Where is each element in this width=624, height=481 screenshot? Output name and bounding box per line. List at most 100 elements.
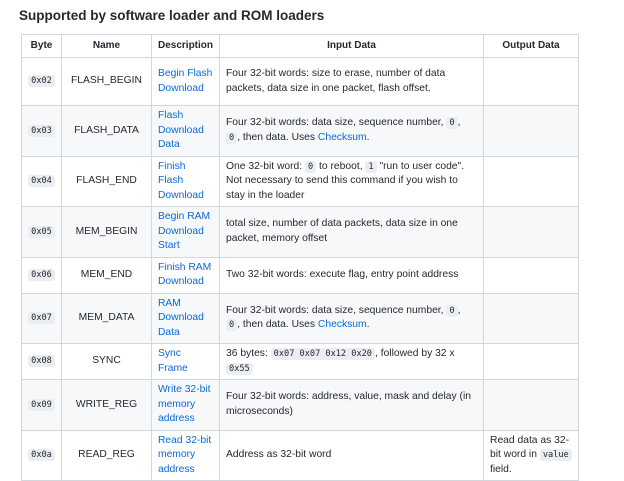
cell-output-data [483, 57, 580, 106]
cell-description: Write 32-bit memory address [150, 379, 221, 431]
cell-text: Four 32-bit words: address, value, mask … [226, 391, 471, 417]
cell-text: 36 bytes: [226, 348, 271, 359]
cell-input-data: Four 32-bit words: address, value, mask … [219, 379, 485, 431]
byte-code: 0x05 [28, 225, 55, 238]
header-input-data: Input Data [219, 34, 485, 58]
table-row: 0x03 FLASH_DATA Flash Download Data Four 32… [21, 105, 580, 157]
cell-text: , [457, 304, 461, 316]
byte-code: 0x02 [28, 75, 55, 88]
cell-description: Flash Download Data [150, 105, 221, 157]
inline-code: 0x07 0x07 0x12 0x20 [270, 348, 375, 360]
cell-output-data [483, 206, 580, 258]
inline-code: 0 [226, 131, 238, 144]
cell-input-data: total size, number of data packets, data… [219, 206, 485, 258]
table-row: 0x05 MEM_BEGIN Begin RAM Download Start tot… [21, 206, 580, 258]
cell-text: One 32-bit word: [226, 160, 305, 172]
cell-text: , followed by 32 x [374, 348, 455, 359]
cell-text: . [366, 131, 370, 143]
description-link[interactable]: Read 32-bit memory address [158, 435, 211, 475]
cell-name: WRITE_REG [61, 379, 152, 431]
cell-byte: 0x02 [21, 57, 62, 106]
cell-byte: 0x09 [21, 379, 62, 431]
byte-code: 0x09 [28, 398, 55, 411]
cell-text: Four 32-bit words: data size, sequence n… [226, 117, 447, 129]
cell-text: to reboot, [316, 160, 366, 172]
cell-text: . [366, 319, 370, 331]
cell-output-data [483, 155, 580, 207]
inline-code: 0x55 [226, 362, 253, 375]
table-row: 0x07 MEM_DATA RAM Download Data Four 32-bit… [21, 292, 580, 344]
inline-code: 0 [305, 160, 317, 173]
cell-description: Read 32-bit memory address [150, 429, 221, 481]
cell-description: RAM Download Data [150, 292, 221, 344]
cell-name: READ_REG [61, 429, 152, 481]
byte-code: 0x07 [28, 312, 55, 324]
checksum-link[interactable]: Checksum [318, 319, 367, 330]
description-link[interactable]: Write 32-bit memory address [158, 384, 210, 424]
table-body: 0x02 FLASH_BEGIN Begin Flash Download Four … [21, 57, 580, 481]
cell-text: Four 32-bit words: data size, sequence n… [226, 304, 447, 316]
inline-code: 0 [446, 304, 458, 317]
cell-output-data [483, 292, 580, 344]
cell-input-data: One 32-bit word: 0 to reboot, 1 "run to … [219, 155, 485, 207]
description-link[interactable]: Flash Download Data [158, 110, 204, 150]
cell-output-data: Read data as 32-bit word in value field. [483, 429, 580, 481]
header-output-data: Output Data [483, 34, 580, 58]
cell-name: MEM_BEGIN [61, 206, 152, 258]
commands-table: Byte Name Description Input Data Output … [21, 34, 580, 481]
cell-text: , then data. Uses [237, 131, 318, 143]
checksum-link[interactable]: Checksum [318, 132, 367, 143]
description-link[interactable]: Begin Flash Download [158, 68, 212, 94]
cell-byte: 0x04 [21, 155, 62, 207]
cell-name: MEM_END [61, 256, 152, 294]
cell-input-data: Address as 32-bit word [219, 429, 485, 481]
cell-byte: 0x05 [21, 206, 62, 258]
cell-name: MEM_DATA [61, 292, 152, 344]
inline-code: 1 [365, 160, 377, 173]
cell-byte: 0x03 [21, 105, 62, 157]
byte-code: 0x08 [28, 355, 55, 368]
cell-name: SYNC [61, 343, 152, 380]
cell-text: , then data. Uses [237, 319, 318, 331]
cell-byte: 0x07 [21, 292, 62, 344]
cell-text: Two 32-bit words: execute flag, entry po… [226, 268, 459, 280]
cell-text: field. [490, 463, 512, 475]
cell-name: FLASH_END [61, 155, 152, 207]
cell-byte: 0x06 [21, 256, 62, 294]
cell-input-data: 36 bytes: 0x07 0x07 0x12 0x20, followed … [219, 343, 485, 380]
cell-description: Finish Flash Download [150, 155, 221, 207]
inline-code: 0 [226, 319, 238, 332]
inline-code: value [539, 449, 572, 461]
table-row: 0x02 FLASH_BEGIN Begin Flash Download Four … [21, 57, 580, 106]
section-title: Supported by software loader and ROM loa… [19, 8, 325, 23]
description-link[interactable]: Finish RAM Download [158, 262, 211, 288]
header-byte: Byte [21, 34, 62, 58]
byte-code: 0x06 [28, 268, 55, 281]
header-description: Description [150, 34, 221, 58]
cell-output-data [483, 256, 580, 294]
byte-code: 0x03 [28, 124, 55, 137]
cell-input-data: Four 32-bit words: data size, sequence n… [219, 105, 485, 157]
cell-input-data: Two 32-bit words: execute flag, entry po… [219, 256, 485, 294]
table-header-row: Byte Name Description Input Data Output … [21, 34, 580, 58]
inline-code: 0 [446, 117, 458, 130]
byte-code: 0x0a [28, 449, 55, 461]
description-link[interactable]: RAM Download Data [158, 298, 204, 338]
cell-input-data: Four 32-bit words: size to erase, number… [219, 57, 485, 106]
cell-description: Begin RAM Download Start [150, 206, 221, 258]
cell-description: Sync Frame [150, 343, 221, 380]
table-row: 0x0a READ_REG Read 32-bit memory address Ad… [21, 429, 580, 481]
table-row: 0x04 FLASH_END Finish Flash Download One 32… [21, 155, 580, 207]
description-link[interactable]: Sync Frame [158, 348, 188, 374]
cell-input-data: Four 32-bit words: data size, sequence n… [219, 292, 485, 344]
cell-output-data [483, 343, 580, 380]
cell-description: Finish RAM Download [150, 256, 221, 294]
table-row: 0x06 MEM_END Finish RAM Download Two 32-bit… [21, 256, 580, 294]
cell-text: Address as 32-bit word [226, 449, 332, 460]
cell-byte: 0x0a [21, 429, 62, 481]
description-link[interactable]: Finish Flash Download [158, 161, 204, 201]
description-link[interactable]: Begin RAM Download Start [158, 211, 210, 251]
cell-name: FLASH_BEGIN [61, 57, 152, 106]
cell-text: total size, number of data packets, data… [226, 218, 458, 244]
cell-output-data [483, 379, 580, 431]
